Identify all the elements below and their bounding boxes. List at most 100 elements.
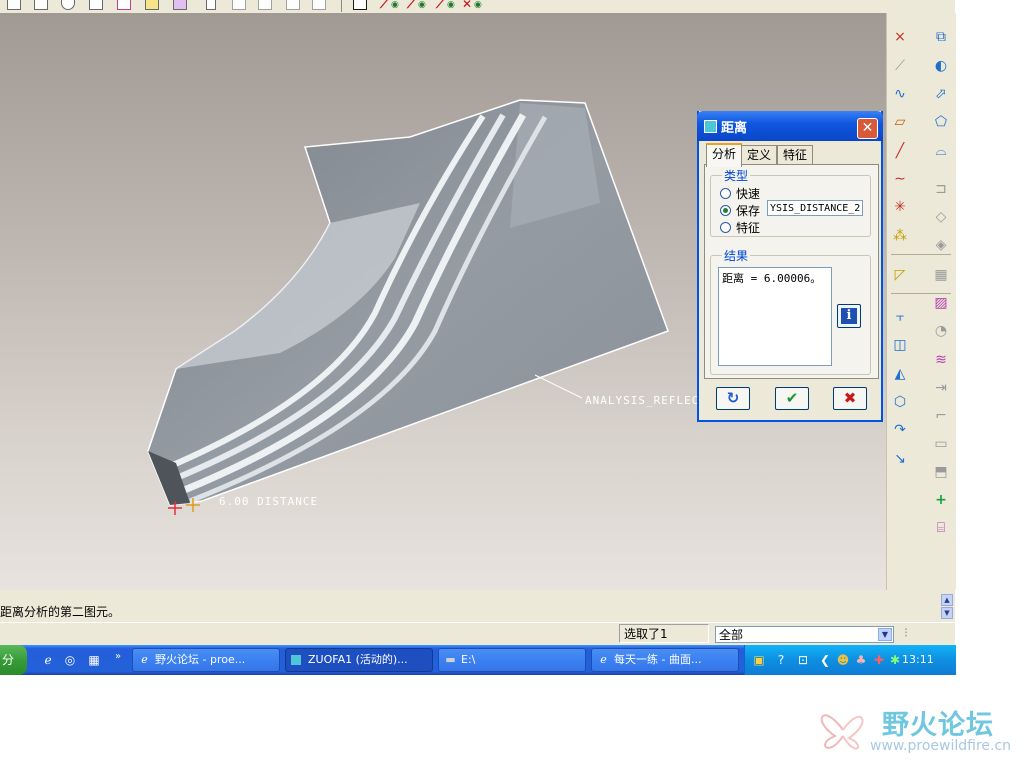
network-icon[interactable]: ⊡ bbox=[795, 652, 811, 668]
datum-plane-icon[interactable] bbox=[145, 0, 159, 10]
antivirus-icon[interactable]: ✚ bbox=[871, 652, 887, 668]
repeat-button[interactable]: ↻ bbox=[716, 387, 750, 410]
extrude-icon[interactable]: ✳ bbox=[890, 197, 910, 217]
extend-icon[interactable]: ⬡ bbox=[890, 392, 910, 412]
filter-value: 全部 bbox=[719, 628, 744, 642]
datum-axis-icon[interactable]: ⟋ bbox=[890, 56, 910, 76]
mirror-icon[interactable]: ◸ bbox=[890, 265, 910, 285]
chevron-down-icon[interactable]: ▼ bbox=[878, 628, 892, 641]
boundary-blend-icon[interactable]: ↷ bbox=[890, 420, 910, 440]
messenger-icon[interactable]: ☻ bbox=[835, 652, 851, 668]
tab-feature[interactable]: 特征 bbox=[777, 145, 813, 165]
undo-icon[interactable] bbox=[206, 0, 216, 10]
ie-icon: ℯ bbox=[141, 653, 148, 666]
trim-icon[interactable]: ◭ bbox=[890, 364, 910, 384]
scroll-up-icon[interactable]: ▲ bbox=[941, 594, 953, 606]
save-icon[interactable] bbox=[61, 0, 75, 10]
open-icon[interactable] bbox=[34, 0, 48, 10]
tab-definition[interactable]: 定义 bbox=[741, 145, 777, 165]
datum-csys-icon[interactable]: ⧉ bbox=[931, 27, 951, 47]
top-toolbar: ⟋ ◉ ⟋ ◉ ⟋ ◉ ✕ ◉ bbox=[0, 0, 955, 14]
task-proe-active[interactable]: ZUOFA1 (活动的)... bbox=[285, 648, 433, 672]
axis-display-icon[interactable]: ⟋ bbox=[380, 0, 388, 11]
hole-icon[interactable]: ◇ bbox=[931, 207, 951, 227]
project-icon[interactable]: ⌐ bbox=[931, 406, 951, 426]
ie-alt-icon[interactable]: ◎ bbox=[62, 652, 78, 668]
datum-point-icon[interactable]: × bbox=[890, 27, 910, 47]
copy-surface-icon[interactable]: ⬒ bbox=[931, 462, 951, 482]
sketch-icon[interactable]: ╱ bbox=[890, 141, 910, 161]
thicken-icon[interactable]: ▨ bbox=[931, 293, 951, 313]
intersect-icon[interactable]: ⇥ bbox=[931, 378, 951, 398]
cylinder-icon[interactable]: ⌸ bbox=[931, 518, 951, 538]
dialog-title: 距离 bbox=[721, 121, 748, 136]
variable-section-icon[interactable]: ↘ bbox=[890, 449, 910, 469]
expand-tray-icon[interactable]: ❮ bbox=[817, 652, 833, 668]
draft-icon[interactable]: ◔ bbox=[931, 321, 951, 341]
cut-icon[interactable] bbox=[258, 0, 272, 10]
rib-icon[interactable]: ◫ bbox=[890, 335, 910, 355]
window-icon[interactable] bbox=[117, 0, 131, 10]
tab-analysis[interactable]: 分析 bbox=[706, 143, 742, 167]
cancel-button[interactable]: ✖ bbox=[833, 387, 867, 410]
sync-icon[interactable]: ✱ bbox=[887, 652, 903, 668]
revolve-icon[interactable]: ◐ bbox=[931, 56, 951, 76]
selection-filter-select[interactable]: 全部 ▼ bbox=[715, 626, 894, 643]
reflection-analysis-label: ANALYSIS_REFLEC bbox=[585, 394, 700, 407]
close-button[interactable]: ✕ bbox=[857, 118, 878, 139]
datum-plane-icon[interactable]: ▱ bbox=[890, 112, 910, 132]
task-explorer[interactable]: ▬ E:\ bbox=[438, 648, 586, 672]
print-icon[interactable] bbox=[89, 0, 103, 10]
sweep-icon[interactable]: ⬀ bbox=[931, 84, 951, 104]
feature-radio[interactable] bbox=[720, 222, 731, 233]
media-icon[interactable]: ▦ bbox=[86, 652, 102, 668]
paste-icon[interactable] bbox=[312, 0, 326, 10]
blend-icon[interactable]: ⬠ bbox=[931, 112, 951, 132]
quick-radio[interactable] bbox=[720, 188, 731, 199]
wrap-icon[interactable]: ▭ bbox=[931, 434, 951, 454]
task-browser-forum[interactable]: ℯ 野火论坛 - proe... bbox=[132, 648, 280, 672]
help-icon[interactable]: ? bbox=[773, 652, 789, 668]
save-radio[interactable] bbox=[720, 205, 731, 216]
show-more-icon[interactable]: » bbox=[110, 649, 126, 665]
merge-icon[interactable]: ≋ bbox=[931, 350, 951, 370]
csys-display-icon[interactable]: ⟋ bbox=[407, 0, 415, 11]
point-x-icon[interactable]: ✕ bbox=[462, 0, 472, 11]
result-text-area[interactable]: 距离 = 6.00006。 bbox=[718, 267, 832, 366]
shell-icon[interactable]: ◈ bbox=[931, 235, 951, 255]
scroll-down-icon[interactable]: ▼ bbox=[941, 607, 953, 619]
cancel-icon[interactable] bbox=[353, 0, 367, 10]
offset-icon[interactable]: ⫟ bbox=[890, 307, 910, 327]
chat-icon[interactable]: ♣ bbox=[853, 652, 869, 668]
clock: 13:11 bbox=[902, 653, 934, 666]
add-icon[interactable]: + bbox=[931, 490, 951, 510]
round-icon[interactable]: ⌓ bbox=[931, 141, 951, 161]
type-group-title: 类型 bbox=[724, 169, 749, 183]
info-button[interactable]: i bbox=[837, 304, 861, 328]
toolbar-separator bbox=[341, 0, 342, 12]
point-eye-icon: ◉ bbox=[474, 0, 482, 10]
copy-icon[interactable] bbox=[286, 0, 300, 10]
task-label: 每天一练 - 曲面... bbox=[614, 653, 702, 666]
point-display-icon[interactable]: ◉ bbox=[391, 0, 399, 11]
grid-icon[interactable]: ▦ bbox=[931, 265, 951, 285]
start-button[interactable]: 分 bbox=[0, 645, 27, 675]
task-label: 野火论坛 - proe... bbox=[155, 653, 246, 666]
redo-icon[interactable] bbox=[232, 0, 246, 10]
dialog-titlebar[interactable]: 距离 ✕ bbox=[697, 111, 883, 141]
ie-icon[interactable]: ℯ bbox=[40, 652, 56, 668]
task-browser-daily[interactable]: ℯ 每天一练 - 曲面... bbox=[591, 648, 739, 672]
tray-app-icon[interactable]: ▣ bbox=[751, 652, 767, 668]
chamfer-icon[interactable]: ⊐ bbox=[931, 179, 951, 199]
analysis-name-input[interactable]: YSIS_DISTANCE_2 bbox=[767, 200, 863, 216]
butterfly-logo-icon bbox=[820, 714, 864, 750]
ok-button[interactable]: ✔ bbox=[775, 387, 809, 410]
spline-icon[interactable]: ∼ bbox=[890, 169, 910, 189]
curve-icon[interactable]: ∿ bbox=[890, 84, 910, 104]
result-group-title: 结果 bbox=[724, 249, 749, 263]
datum-tag-icon[interactable]: ⟋ bbox=[436, 0, 444, 11]
ie-icon: ℯ bbox=[600, 653, 607, 666]
pattern-icon[interactable]: ⁂ bbox=[890, 226, 910, 246]
repaint-icon[interactable] bbox=[173, 0, 187, 10]
new-file-icon[interactable] bbox=[7, 0, 21, 10]
